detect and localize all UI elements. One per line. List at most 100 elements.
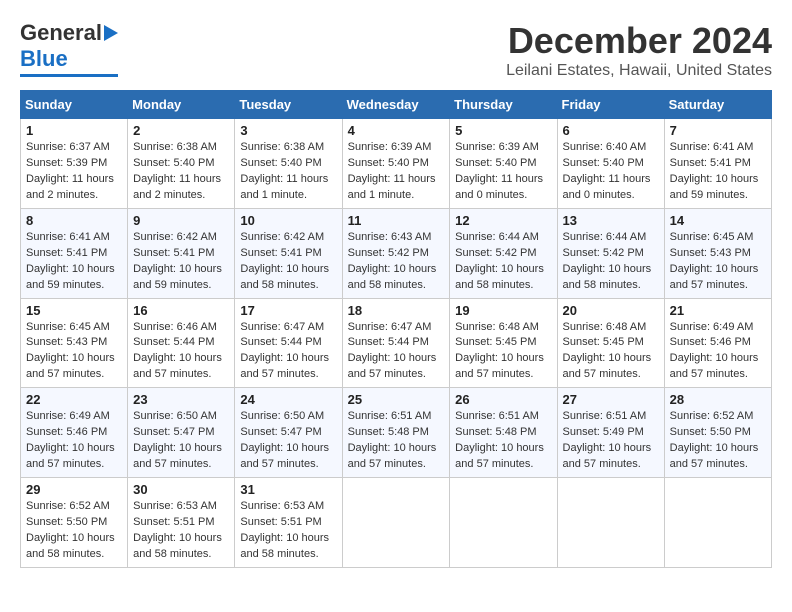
table-row	[557, 478, 664, 568]
subtitle: Leilani Estates, Hawaii, United States	[506, 62, 772, 80]
day-info: Sunrise: 6:38 AM Sunset: 5:40 PM Dayligh…	[240, 140, 336, 204]
day-number: 9	[133, 213, 229, 228]
sunrise-text: Sunrise: 6:40 AM	[563, 141, 647, 153]
sunrise-text: Sunrise: 6:50 AM	[240, 410, 324, 422]
logo-underline	[20, 74, 118, 77]
header-tuesday: Tuesday	[235, 91, 342, 119]
logo-blue: Blue	[20, 46, 68, 72]
calendar-header-row: Sunday Monday Tuesday Wednesday Thursday…	[21, 91, 772, 119]
table-row: 5 Sunrise: 6:39 AM Sunset: 5:40 PM Dayli…	[450, 119, 557, 209]
day-number: 28	[670, 392, 766, 407]
day-number: 2	[133, 123, 229, 138]
table-row: 7 Sunrise: 6:41 AM Sunset: 5:41 PM Dayli…	[664, 119, 771, 209]
daylight-text: Daylight: 10 hours and 57 minutes.	[26, 442, 115, 470]
table-row: 25 Sunrise: 6:51 AM Sunset: 5:48 PM Dayl…	[342, 388, 450, 478]
sunrise-text: Sunrise: 6:51 AM	[563, 410, 647, 422]
calendar-week-row: 15 Sunrise: 6:45 AM Sunset: 5:43 PM Dayl…	[21, 298, 772, 388]
sunrise-text: Sunrise: 6:38 AM	[240, 141, 324, 153]
day-info: Sunrise: 6:40 AM Sunset: 5:40 PM Dayligh…	[563, 140, 659, 204]
sunset-text: Sunset: 5:42 PM	[348, 247, 429, 259]
table-row: 26 Sunrise: 6:51 AM Sunset: 5:48 PM Dayl…	[450, 388, 557, 478]
calendar-week-row: 8 Sunrise: 6:41 AM Sunset: 5:41 PM Dayli…	[21, 208, 772, 298]
day-info: Sunrise: 6:49 AM Sunset: 5:46 PM Dayligh…	[670, 320, 766, 384]
day-number: 6	[563, 123, 659, 138]
sunrise-text: Sunrise: 6:41 AM	[26, 231, 110, 243]
day-number: 3	[240, 123, 336, 138]
header-wednesday: Wednesday	[342, 91, 450, 119]
daylight-text: Daylight: 10 hours and 59 minutes.	[133, 263, 222, 291]
daylight-text: Daylight: 11 hours and 1 minute.	[240, 173, 328, 201]
sunset-text: Sunset: 5:51 PM	[240, 516, 321, 528]
table-row: 2 Sunrise: 6:38 AM Sunset: 5:40 PM Dayli…	[128, 119, 235, 209]
table-row: 4 Sunrise: 6:39 AM Sunset: 5:40 PM Dayli…	[342, 119, 450, 209]
daylight-text: Daylight: 10 hours and 57 minutes.	[455, 352, 544, 380]
day-number: 30	[133, 482, 229, 497]
day-info: Sunrise: 6:51 AM Sunset: 5:48 PM Dayligh…	[455, 409, 551, 473]
day-number: 21	[670, 303, 766, 318]
day-number: 5	[455, 123, 551, 138]
daylight-text: Daylight: 10 hours and 57 minutes.	[348, 352, 437, 380]
table-row	[664, 478, 771, 568]
sunset-text: Sunset: 5:50 PM	[26, 516, 107, 528]
daylight-text: Daylight: 10 hours and 58 minutes.	[563, 263, 652, 291]
day-info: Sunrise: 6:42 AM Sunset: 5:41 PM Dayligh…	[240, 230, 336, 294]
header-friday: Friday	[557, 91, 664, 119]
table-row: 29 Sunrise: 6:52 AM Sunset: 5:50 PM Dayl…	[21, 478, 128, 568]
table-row: 6 Sunrise: 6:40 AM Sunset: 5:40 PM Dayli…	[557, 119, 664, 209]
sunset-text: Sunset: 5:40 PM	[563, 157, 644, 169]
sunset-text: Sunset: 5:48 PM	[455, 426, 536, 438]
sunrise-text: Sunrise: 6:52 AM	[26, 500, 110, 512]
daylight-text: Daylight: 11 hours and 2 minutes.	[133, 173, 221, 201]
daylight-text: Daylight: 10 hours and 58 minutes.	[26, 532, 115, 560]
day-number: 29	[26, 482, 122, 497]
sunrise-text: Sunrise: 6:43 AM	[348, 231, 432, 243]
sunrise-text: Sunrise: 6:37 AM	[26, 141, 110, 153]
sunrise-text: Sunrise: 6:42 AM	[133, 231, 217, 243]
sunset-text: Sunset: 5:44 PM	[133, 336, 214, 348]
sunrise-text: Sunrise: 6:49 AM	[26, 410, 110, 422]
sunrise-text: Sunrise: 6:42 AM	[240, 231, 324, 243]
table-row: 11 Sunrise: 6:43 AM Sunset: 5:42 PM Dayl…	[342, 208, 450, 298]
day-number: 11	[348, 213, 445, 228]
table-row	[450, 478, 557, 568]
title-area: December 2024 Leilani Estates, Hawaii, U…	[506, 20, 772, 80]
table-row: 18 Sunrise: 6:47 AM Sunset: 5:44 PM Dayl…	[342, 298, 450, 388]
sunset-text: Sunset: 5:44 PM	[240, 336, 321, 348]
sunrise-text: Sunrise: 6:50 AM	[133, 410, 217, 422]
day-info: Sunrise: 6:37 AM Sunset: 5:39 PM Dayligh…	[26, 140, 122, 204]
day-info: Sunrise: 6:43 AM Sunset: 5:42 PM Dayligh…	[348, 230, 445, 294]
day-info: Sunrise: 6:53 AM Sunset: 5:51 PM Dayligh…	[240, 499, 336, 563]
sunset-text: Sunset: 5:40 PM	[348, 157, 429, 169]
day-number: 26	[455, 392, 551, 407]
daylight-text: Daylight: 10 hours and 57 minutes.	[348, 442, 437, 470]
day-number: 23	[133, 392, 229, 407]
day-number: 12	[455, 213, 551, 228]
day-info: Sunrise: 6:52 AM Sunset: 5:50 PM Dayligh…	[26, 499, 122, 563]
daylight-text: Daylight: 10 hours and 59 minutes.	[670, 173, 759, 201]
sunset-text: Sunset: 5:40 PM	[455, 157, 536, 169]
sunrise-text: Sunrise: 6:38 AM	[133, 141, 217, 153]
sunset-text: Sunset: 5:45 PM	[455, 336, 536, 348]
sunrise-text: Sunrise: 6:48 AM	[563, 321, 647, 333]
table-row: 22 Sunrise: 6:49 AM Sunset: 5:46 PM Dayl…	[21, 388, 128, 478]
daylight-text: Daylight: 10 hours and 59 minutes.	[26, 263, 115, 291]
sunset-text: Sunset: 5:40 PM	[240, 157, 321, 169]
daylight-text: Daylight: 11 hours and 0 minutes.	[455, 173, 543, 201]
sunset-text: Sunset: 5:40 PM	[133, 157, 214, 169]
header-thursday: Thursday	[450, 91, 557, 119]
day-number: 4	[348, 123, 445, 138]
table-row: 31 Sunrise: 6:53 AM Sunset: 5:51 PM Dayl…	[235, 478, 342, 568]
sunrise-text: Sunrise: 6:51 AM	[348, 410, 432, 422]
sunrise-text: Sunrise: 6:45 AM	[26, 321, 110, 333]
table-row: 27 Sunrise: 6:51 AM Sunset: 5:49 PM Dayl…	[557, 388, 664, 478]
day-info: Sunrise: 6:42 AM Sunset: 5:41 PM Dayligh…	[133, 230, 229, 294]
day-number: 8	[26, 213, 122, 228]
sunrise-text: Sunrise: 6:51 AM	[455, 410, 539, 422]
calendar-week-row: 22 Sunrise: 6:49 AM Sunset: 5:46 PM Dayl…	[21, 388, 772, 478]
day-info: Sunrise: 6:51 AM Sunset: 5:48 PM Dayligh…	[348, 409, 445, 473]
daylight-text: Daylight: 11 hours and 2 minutes.	[26, 173, 114, 201]
sunset-text: Sunset: 5:39 PM	[26, 157, 107, 169]
calendar-week-row: 1 Sunrise: 6:37 AM Sunset: 5:39 PM Dayli…	[21, 119, 772, 209]
logo-arrow-icon	[104, 25, 118, 41]
daylight-text: Daylight: 10 hours and 58 minutes.	[240, 263, 329, 291]
